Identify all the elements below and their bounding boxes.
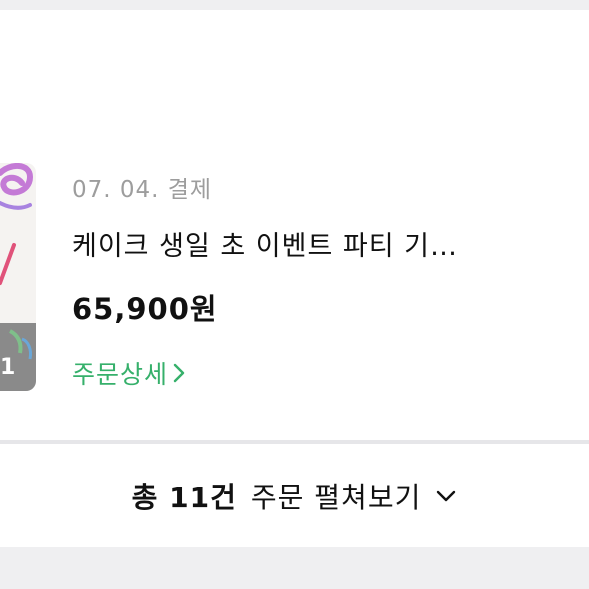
total-orders-count: 총 11건	[131, 480, 237, 514]
page-background	[0, 547, 589, 589]
order-detail-label: 주문상세	[72, 360, 169, 389]
thumbnail-item-count: 1	[0, 355, 16, 380]
product-title[interactable]: 케이크 생일 초 이벤트 파티 기…	[72, 224, 572, 263]
chevron-down-icon	[437, 490, 456, 501]
chevron-right-icon	[173, 363, 185, 383]
payment-date: 07. 04. 결제	[72, 177, 213, 203]
product-thumbnail[interactable]: 1	[0, 163, 36, 391]
order-detail-link[interactable]: 주문상세	[72, 355, 186, 391]
expand-orders-button[interactable]: 총 11건 주문 펼쳐보기	[0, 444, 589, 547]
order-price: 65,900원	[72, 292, 218, 326]
expand-orders-label: 주문 펼쳐보기	[250, 480, 422, 514]
